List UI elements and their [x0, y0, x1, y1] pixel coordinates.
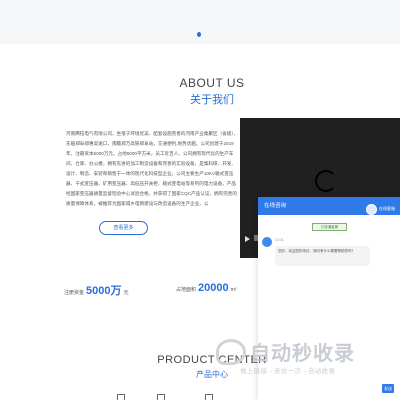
send-button[interactable]: 发送 — [382, 384, 394, 393]
view-more-button[interactable]: 查看更多 — [99, 221, 148, 235]
chat-agent: 在线客服 — [366, 200, 395, 218]
category-icon[interactable] — [117, 394, 125, 400]
watermark-subtitle: 做上链接→来访一次→自动收录 — [240, 368, 336, 375]
stat-value: 5000万 — [86, 285, 122, 297]
stat-value: 20000 — [198, 282, 229, 294]
category-icon[interactable] — [157, 394, 165, 400]
stat-area: 占地面积 20000 m² — [176, 282, 236, 294]
about-title-cn: 关于我们 — [190, 94, 234, 106]
carousel-indicator[interactable] — [197, 32, 201, 37]
chat-title: 在线咨询 — [264, 203, 287, 209]
about-description: 河南腾钰电气有限公司，坐落于环境优美、配套设施完善的河南产业集聚区（省级），东临… — [66, 131, 239, 206]
stat-unit: m² — [230, 287, 237, 293]
connected-badge: 已接通客服 — [312, 223, 347, 231]
stat-label: 注册资金 — [64, 290, 85, 296]
stat-unit: 元 — [123, 290, 129, 296]
stat-registered-capital: 注册资金 5000万元 — [64, 282, 129, 298]
watermark-title: 自动秒收录 — [250, 343, 355, 365]
message-bubble: 您好，欢迎您的来访，请问有什么需要帮助您吗？ — [275, 246, 370, 266]
agent-name: 在线客服 — [379, 206, 395, 211]
banner — [0, 0, 400, 44]
loading-spinner-icon — [315, 170, 337, 192]
chat-header: 在线咨询 在线客服 — [258, 197, 400, 215]
play-icon[interactable] — [245, 236, 250, 242]
watermark-logo-icon — [216, 339, 246, 365]
watermark: 自动秒收录 做上链接→来访一次→自动收录 — [216, 335, 386, 377]
message-time: 13:41 — [275, 238, 284, 242]
agent-avatar — [366, 203, 377, 215]
message-avatar — [262, 237, 272, 247]
stat-label: 占地面积 — [176, 287, 197, 293]
chat-message: 13:41 您好，欢迎您的来访，请问有什么需要帮助您吗？ — [262, 237, 392, 269]
category-icon[interactable] — [205, 394, 213, 400]
about-title-en: ABOUT US — [179, 76, 245, 90]
